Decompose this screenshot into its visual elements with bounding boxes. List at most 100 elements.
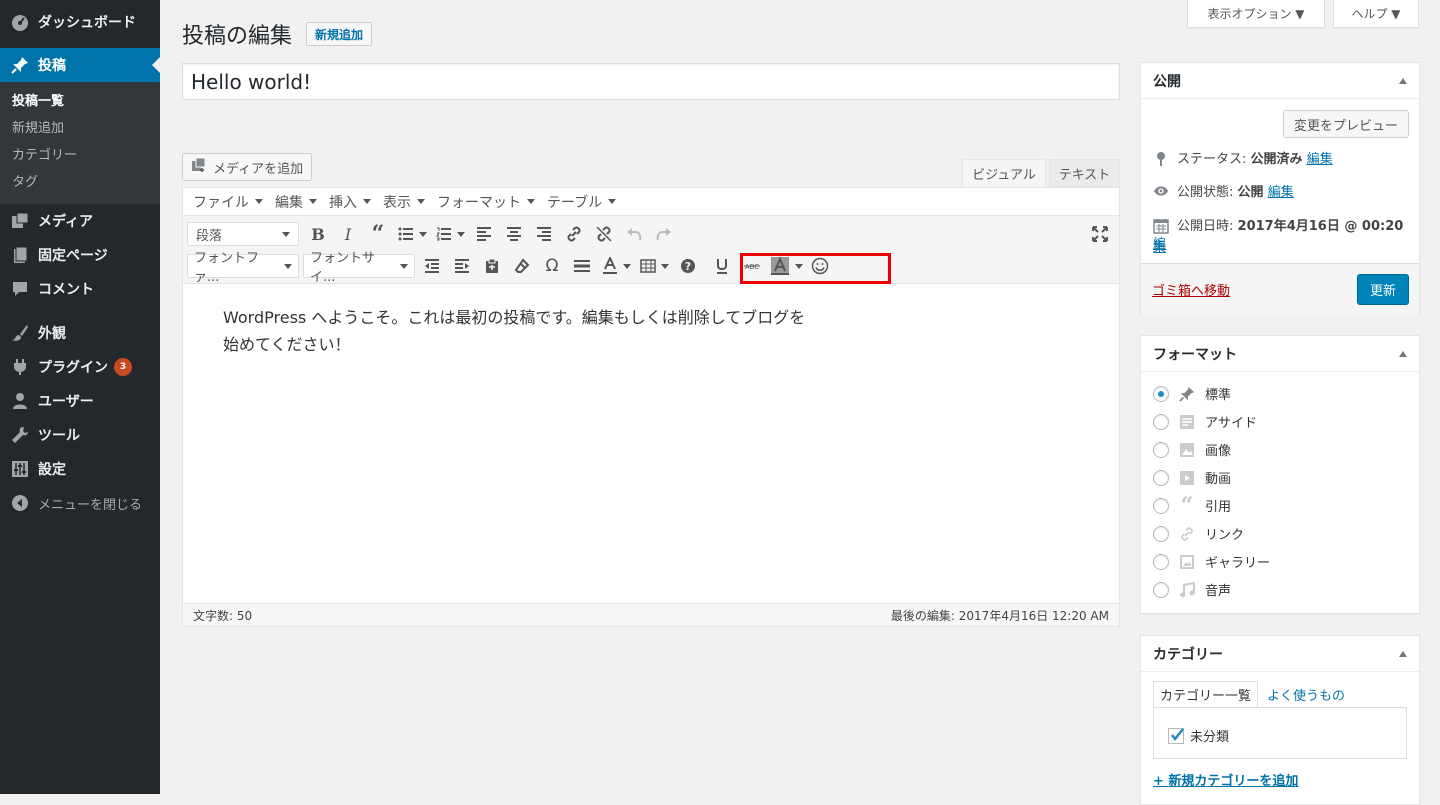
underline-button[interactable]	[707, 252, 737, 280]
posts-submenu: 投稿一覧 新規追加 カテゴリー タグ	[0, 82, 160, 204]
tab-all-categories[interactable]: カテゴリー一覧	[1153, 681, 1259, 707]
format-option-quote[interactable]: “ 引用	[1153, 493, 1231, 519]
redo-button[interactable]	[649, 220, 679, 248]
publish-box-header[interactable]: 公開	[1141, 63, 1419, 99]
menu-view-label: 表示	[383, 194, 411, 211]
tab-most-used[interactable]: よく使うもの	[1267, 681, 1345, 707]
horizontal-line-button[interactable]	[567, 252, 597, 280]
tab-text[interactable]: テキスト	[1049, 159, 1120, 187]
radio-link[interactable]	[1153, 525, 1169, 542]
align-right-icon	[537, 227, 551, 241]
submenu-categories[interactable]: カテゴリー	[0, 142, 160, 169]
font-family-select[interactable]: フォントファ...	[187, 251, 299, 285]
menu-format[interactable]: フォーマット	[431, 192, 541, 212]
chevron-down-icon	[255, 199, 263, 204]
radio-image[interactable]	[1153, 441, 1169, 458]
submenu-all-posts[interactable]: 投稿一覧	[0, 88, 160, 115]
menu-pages[interactable]: 固定ページ	[0, 238, 160, 272]
format-box-header[interactable]: フォーマット	[1141, 336, 1419, 372]
add-media-button[interactable]: メディアを追加	[182, 153, 313, 181]
menu-posts[interactable]: 投稿	[0, 48, 160, 82]
tab-visual[interactable]: ビジュアル	[962, 159, 1046, 187]
update-button[interactable]: 更新	[1357, 274, 1409, 305]
menu-view[interactable]: 表示	[377, 192, 431, 212]
collapse-menu-button[interactable]: メニューを閉じる	[0, 486, 160, 520]
submenu-add-new[interactable]: 新規追加	[0, 115, 160, 142]
format-option-audio[interactable]: 音声	[1153, 580, 1231, 599]
indent-button[interactable]	[447, 252, 477, 280]
special-character-button[interactable]: Ω	[537, 252, 567, 280]
keyboard-shortcuts-button[interactable]: ?	[673, 252, 703, 280]
menu-media[interactable]: メディア	[0, 204, 160, 238]
submenu-tags[interactable]: タグ	[0, 169, 160, 196]
menu-table[interactable]: テーブル	[541, 192, 622, 212]
align-center-button[interactable]	[499, 220, 529, 248]
radio-aside[interactable]	[1153, 413, 1169, 430]
menu-file[interactable]: ファイル	[187, 192, 269, 212]
pin-icon	[10, 55, 30, 75]
format-box: フォーマット 標準 アサイド 画像 動画 “ 引用 リンク ギャラリー 音声	[1140, 335, 1420, 614]
menu-dashboard[interactable]: ダッシュボード	[0, 2, 160, 42]
menu-plugins[interactable]: プラグイン 3	[0, 350, 160, 384]
edit-visibility-link[interactable]: 編集	[1268, 184, 1294, 202]
post-title-input[interactable]	[182, 63, 1120, 100]
preview-changes-button[interactable]: 変更をプレビュー	[1283, 110, 1409, 138]
radio-quote[interactable]	[1153, 497, 1169, 514]
edit-status-link[interactable]: 編集	[1307, 151, 1333, 169]
menu-comments[interactable]: コメント	[0, 272, 160, 306]
unlink-button[interactable]	[589, 220, 619, 248]
collapse-icon	[10, 493, 30, 513]
insert-link-button[interactable]	[559, 220, 589, 248]
link-icon	[567, 226, 581, 242]
format-option-gallery[interactable]: ギャラリー	[1153, 552, 1270, 571]
table-icon	[639, 259, 656, 273]
blockquote-button[interactable]: “	[363, 220, 393, 248]
move-to-trash-link[interactable]: ゴミ箱へ移動	[1152, 280, 1230, 299]
category-box-header[interactable]: カテゴリー	[1141, 636, 1419, 672]
insert-table-button[interactable]	[635, 252, 673, 280]
bullet-list-button[interactable]	[393, 220, 431, 248]
align-right-button[interactable]	[529, 220, 559, 248]
menu-settings[interactable]: 設定	[0, 452, 160, 486]
radio-audio[interactable]	[1153, 581, 1169, 598]
menu-users-label: ユーザー	[38, 394, 94, 410]
help-button[interactable]: ヘルプ ▼	[1333, 0, 1419, 28]
italic-button[interactable]: I	[333, 220, 363, 248]
bold-button[interactable]: B	[303, 220, 333, 248]
format-option-aside[interactable]: アサイド	[1153, 412, 1257, 431]
menu-appearance[interactable]: 外観	[0, 316, 160, 350]
paste-text-button[interactable]	[477, 252, 507, 280]
menu-tools[interactable]: ツール	[0, 418, 160, 452]
numbered-list-button[interactable]	[431, 220, 469, 248]
fullscreen-button[interactable]	[1085, 220, 1115, 248]
category-checkbox[interactable]	[1168, 727, 1184, 744]
format-option-video[interactable]: 動画	[1153, 468, 1231, 487]
align-left-button[interactable]	[469, 220, 499, 248]
link-format-icon	[1177, 525, 1197, 543]
edit-date-link-part-2[interactable]: 集	[1153, 236, 1166, 255]
menu-insert[interactable]: 挿入	[323, 192, 377, 212]
menu-edit[interactable]: 編集	[269, 192, 323, 212]
format-option-image[interactable]: 画像	[1153, 440, 1231, 459]
screen-options-button[interactable]: 表示オプション ▼	[1187, 0, 1325, 28]
add-new-post-button[interactable]: 新規追加	[306, 22, 373, 46]
radio-video[interactable]	[1153, 469, 1169, 486]
visual-editor: ファイル 編集 挿入 表示 フォーマット テーブル 段落 B I “ フォントフ…	[182, 187, 1120, 627]
format-option-standard[interactable]: 標準	[1153, 384, 1231, 403]
image-icon	[1177, 441, 1197, 459]
menu-users[interactable]: ユーザー	[0, 384, 160, 418]
user-icon	[10, 391, 30, 411]
font-size-select[interactable]: フォントサイ...	[303, 251, 415, 285]
radio-gallery[interactable]	[1153, 553, 1169, 570]
outdent-button[interactable]	[417, 252, 447, 280]
undo-button[interactable]	[619, 220, 649, 248]
clear-formatting-button[interactable]	[507, 252, 537, 280]
category-item[interactable]: 未分類	[1168, 726, 1229, 745]
editor-content[interactable]: WordPress へようこそ。これは最初の投稿です。編集もしくは削除してブログ…	[183, 284, 1119, 602]
add-new-category-link[interactable]: + 新規カテゴリーを追加	[1153, 770, 1298, 789]
text-color-button[interactable]	[597, 252, 635, 280]
radio-standard[interactable]	[1153, 385, 1169, 402]
format-option-link[interactable]: リンク	[1153, 524, 1244, 543]
format-select[interactable]: 段落	[187, 222, 299, 246]
status-value: 公開済み	[1250, 152, 1303, 167]
